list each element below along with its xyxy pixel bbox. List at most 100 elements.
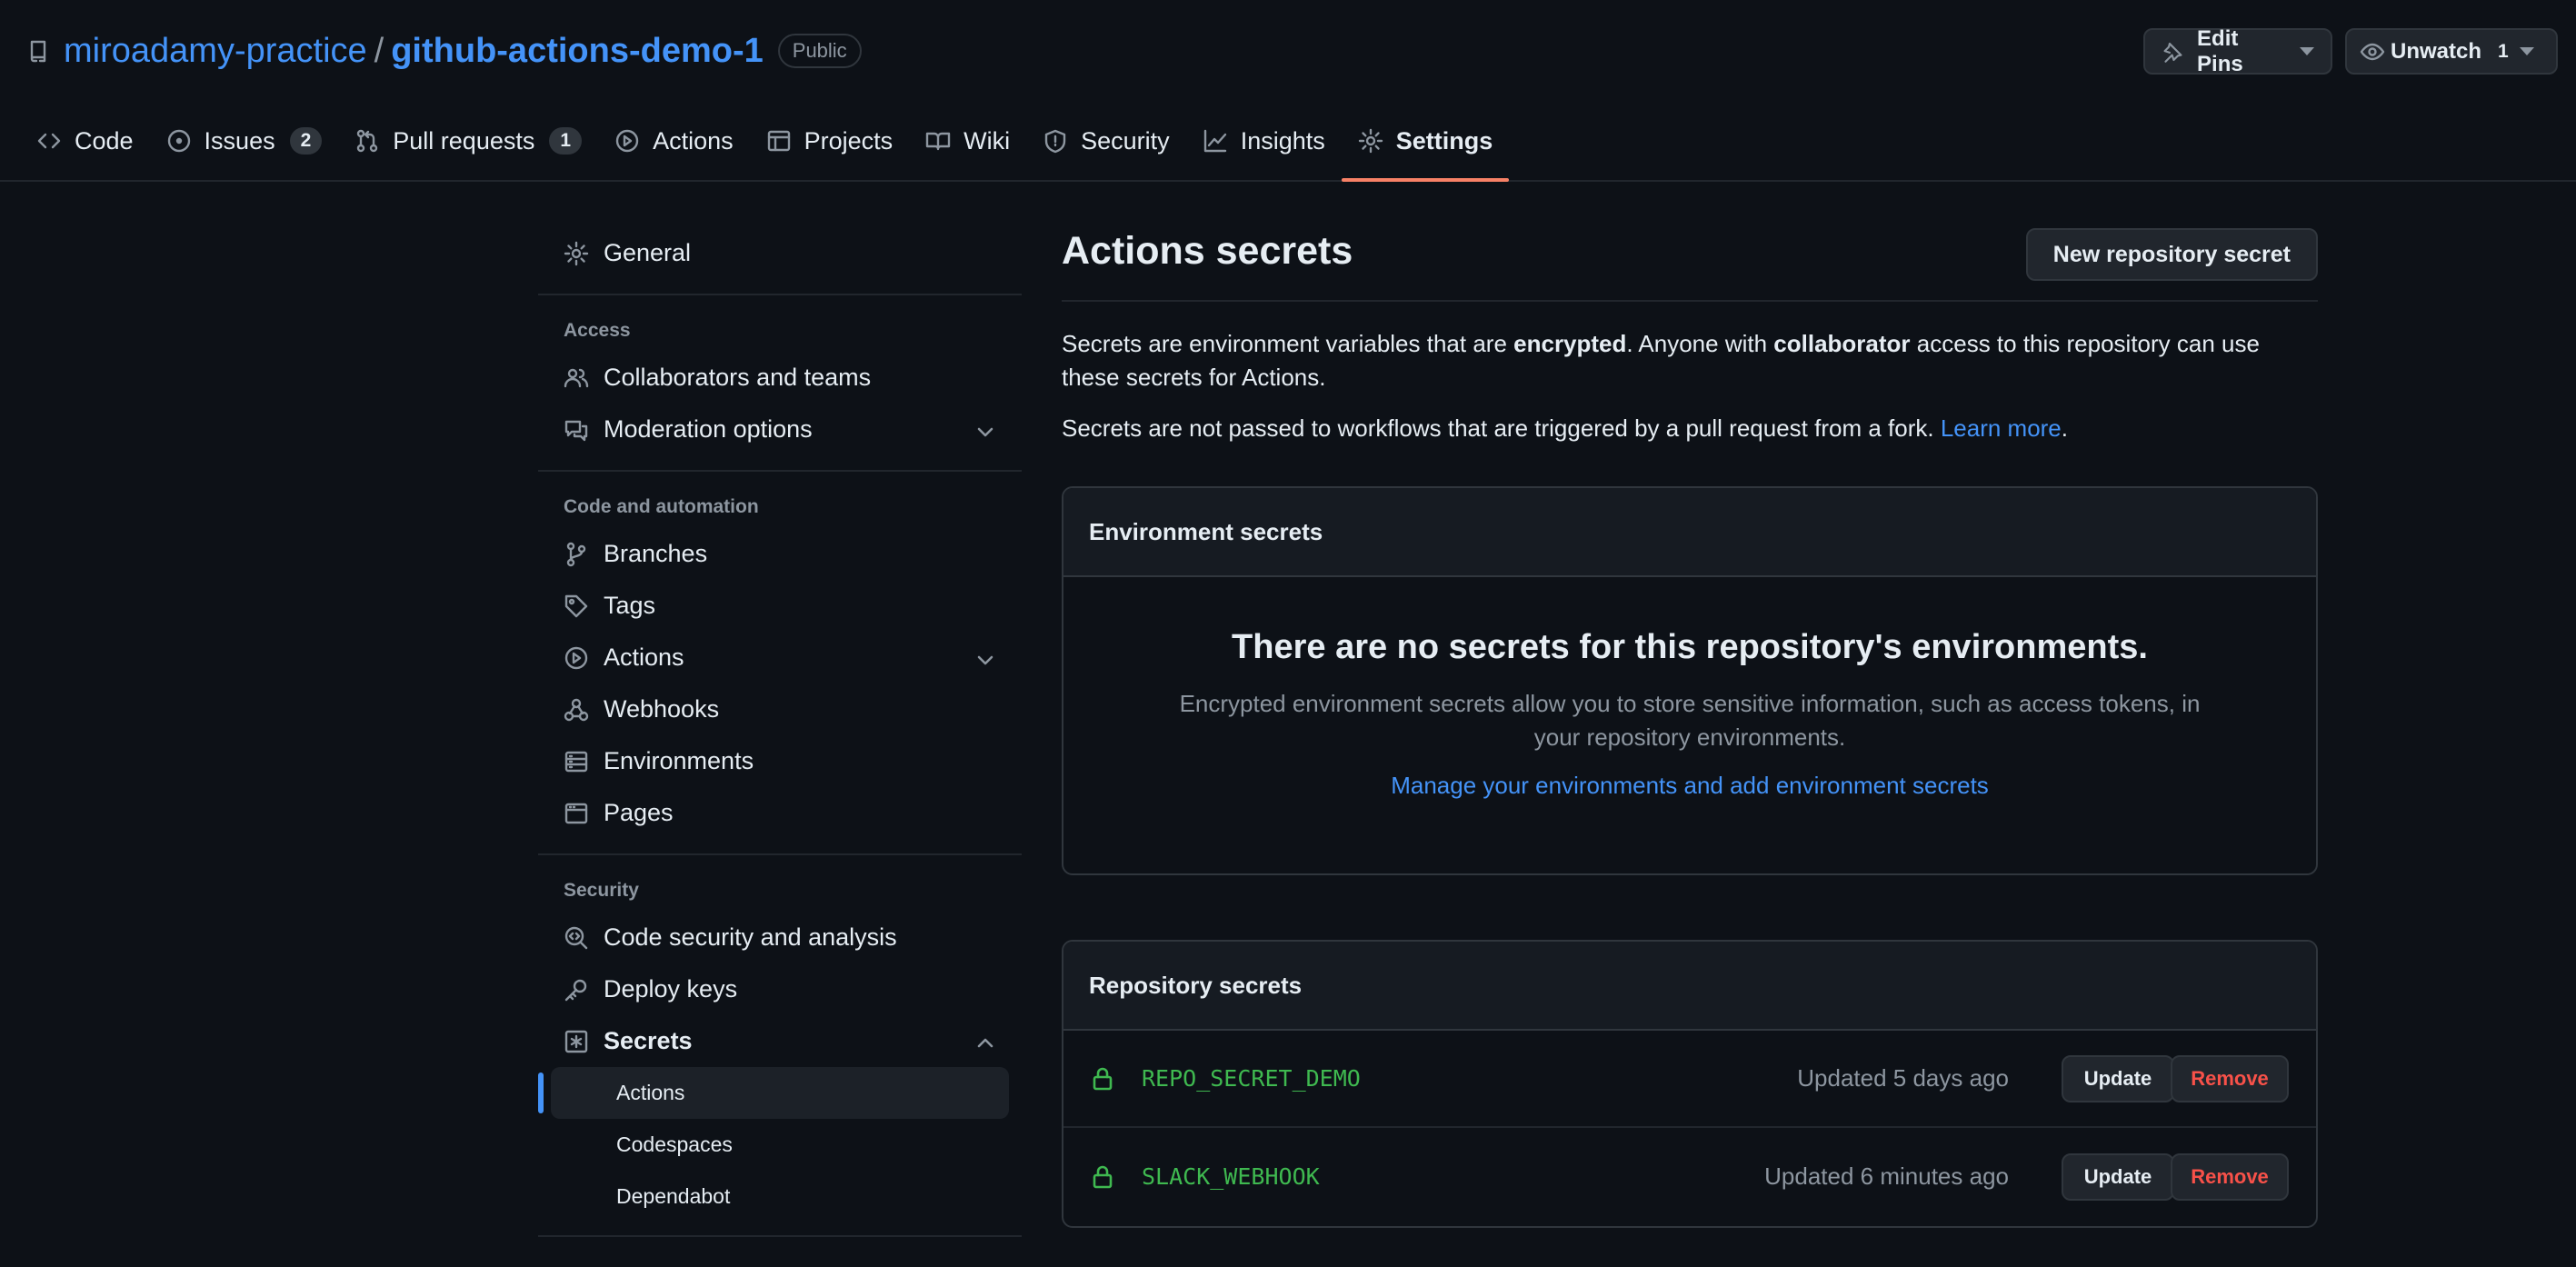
update-secret-button[interactable]: Update: [2062, 1152, 2174, 1201]
tab-label: Pull requests: [393, 127, 535, 155]
environment-secrets-box: Environment secrets There are no secrets…: [1062, 486, 2318, 875]
tab-settings[interactable]: Settings: [1341, 116, 1510, 182]
remove-secret-button[interactable]: Remove: [2171, 1054, 2289, 1102]
desc-text: . Anyone with: [1626, 330, 1774, 357]
tab-label: Issues: [204, 127, 275, 155]
repo-owner-link[interactable]: miroadamy-practice: [64, 32, 367, 71]
manage-environments-link[interactable]: Manage your environments and add environ…: [1391, 772, 1989, 800]
fork-note: Secrets are not passed to workflows that…: [1062, 412, 2318, 445]
table-icon: [767, 130, 790, 152]
webhook-icon: [564, 698, 589, 721]
desc-text: Secrets are not passed to workflows that…: [1062, 414, 1941, 442]
sidebar-item-tags[interactable]: Tags: [538, 580, 1022, 632]
sidebar-item-webhooks[interactable]: Webhooks: [538, 683, 1022, 735]
repo-icon: [30, 40, 46, 63]
comment-discussion-icon: [564, 420, 588, 441]
tab-label: Security: [1081, 127, 1170, 155]
desc-text: Secrets are environment variables that a…: [1062, 330, 1514, 357]
learn-more-link[interactable]: Learn more: [1941, 414, 2062, 442]
repo-header: miroadamy-practice / github-actions-demo…: [0, 0, 2576, 182]
remove-secret-button[interactable]: Remove: [2171, 1152, 2289, 1201]
eye-icon: [2360, 43, 2385, 60]
main-content: Actions secrets New repository secret Se…: [1062, 227, 2318, 1228]
sidebar-heading-code-automation: Code and automation: [564, 496, 759, 517]
codescan-icon: [564, 926, 588, 949]
secret-updated-time: Updated 6 minutes ago: [1764, 1162, 2009, 1190]
tab-wiki[interactable]: Wiki: [909, 116, 1026, 182]
chevron-down-icon[interactable]: [974, 649, 996, 671]
repository-secrets-heading: Repository secrets: [1063, 942, 2316, 1031]
tab-label: Insights: [1240, 127, 1325, 155]
tab-security[interactable]: Security: [1026, 116, 1186, 182]
chevron-down-icon[interactable]: [974, 421, 996, 443]
issues-count-badge: 2: [289, 127, 323, 155]
tab-insights[interactable]: Insights: [1186, 116, 1342, 182]
sidebar-item-label: General: [604, 239, 692, 266]
sidebar-heading-security: Security: [564, 880, 639, 901]
tab-projects[interactable]: Projects: [750, 116, 910, 182]
sidebar-item-label: Actions: [604, 643, 684, 671]
code-icon: [37, 133, 61, 149]
server-icon: [564, 751, 588, 772]
key-asterisk-icon: [564, 1030, 588, 1053]
chevron-down-icon: [2519, 47, 2534, 55]
key-icon: [564, 979, 587, 1001]
play-icon: [564, 646, 588, 669]
tab-label: Settings: [1395, 127, 1493, 155]
repository-secrets-box: Repository secrets REPO_SECRET_DEMO Upda…: [1062, 940, 2318, 1228]
sidebar-item-environments[interactable]: Environments: [538, 735, 1022, 787]
lock-icon: [1093, 1165, 1113, 1188]
sidebar-item-moderation[interactable]: Moderation options: [538, 404, 1022, 455]
page-title: Actions secrets: [1062, 229, 1353, 273]
secrets-description: Secrets are environment variables that a…: [1062, 327, 2318, 394]
sidebar-item-secrets[interactable]: Secrets: [538, 1015, 1022, 1067]
sidebar-item-general[interactable]: General: [538, 227, 1022, 279]
sidebar-subitem-dependabot[interactable]: Dependabot: [551, 1171, 1009, 1222]
page-header: Actions secrets New repository secret: [1062, 227, 2318, 302]
gear-icon: [564, 241, 589, 265]
sidebar-item-actions[interactable]: Actions: [538, 632, 1022, 683]
sidebar-subitem-actions[interactable]: Actions: [538, 1067, 1009, 1119]
sidebar-divider: [538, 470, 1022, 472]
people-icon: [564, 368, 589, 387]
update-secret-button[interactable]: Update: [2062, 1054, 2174, 1102]
sidebar-item-deploy-keys[interactable]: Deploy keys: [538, 963, 1022, 1015]
sidebar-item-label: Code security and analysis: [604, 923, 897, 951]
unwatch-button[interactable]: Unwatch 1: [2345, 28, 2558, 75]
sidebar-item-label: Moderation options: [604, 415, 813, 443]
book-icon: [925, 132, 951, 151]
browser-icon: [564, 803, 588, 823]
tab-code[interactable]: Code: [20, 116, 150, 182]
chevron-up-icon[interactable]: [974, 1033, 996, 1054]
pull-request-icon: [357, 129, 378, 153]
sidebar-item-label: Pages: [604, 799, 674, 826]
secret-updated-time: Updated 5 days ago: [1797, 1064, 2009, 1092]
repo-name-link[interactable]: github-actions-demo-1: [391, 32, 764, 71]
new-repository-secret-button[interactable]: New repository secret: [2025, 228, 2318, 281]
tab-pull-requests[interactable]: Pull requests 1: [338, 116, 598, 182]
tag-icon: [564, 594, 588, 617]
sidebar-divider: [538, 1235, 1022, 1237]
sidebar-subitem-codespaces[interactable]: Codespaces: [551, 1119, 1009, 1171]
secret-row: REPO_SECRET_DEMO Updated 5 days ago Upda…: [1063, 1031, 2316, 1128]
sidebar-item-pages[interactable]: Pages: [538, 787, 1022, 839]
tab-actions[interactable]: Actions: [598, 116, 750, 182]
tab-issues[interactable]: Issues 2: [150, 116, 339, 182]
unwatch-label: Unwatch: [2391, 38, 2482, 64]
environment-secrets-heading: Environment secrets: [1063, 488, 2316, 577]
pull-requests-count-badge: 1: [549, 127, 583, 155]
edit-pins-button[interactable]: Edit Pins: [2143, 26, 2332, 76]
branch-icon: [566, 542, 586, 566]
chevron-down-icon: [2300, 47, 2314, 55]
sidebar-item-code-security[interactable]: Code security and analysis: [538, 912, 1022, 963]
sidebar-item-label: Webhooks: [604, 695, 720, 723]
tab-label: Projects: [804, 127, 894, 155]
secret-name: REPO_SECRET_DEMO: [1142, 1065, 1361, 1092]
sidebar-item-branches[interactable]: Branches: [538, 528, 1022, 580]
sidebar-divider: [538, 294, 1022, 295]
secret-row: SLACK_WEBHOOK Updated 6 minutes ago Upda…: [1063, 1128, 2316, 1225]
empty-state-title: There are no secrets for this repository…: [1232, 628, 2148, 666]
settings-sidebar: General Access Collaborators and teams M…: [538, 227, 1022, 1252]
sidebar-item-collaborators[interactable]: Collaborators and teams: [538, 352, 1022, 404]
repo-title: miroadamy-practice / github-actions-demo…: [25, 27, 862, 75]
